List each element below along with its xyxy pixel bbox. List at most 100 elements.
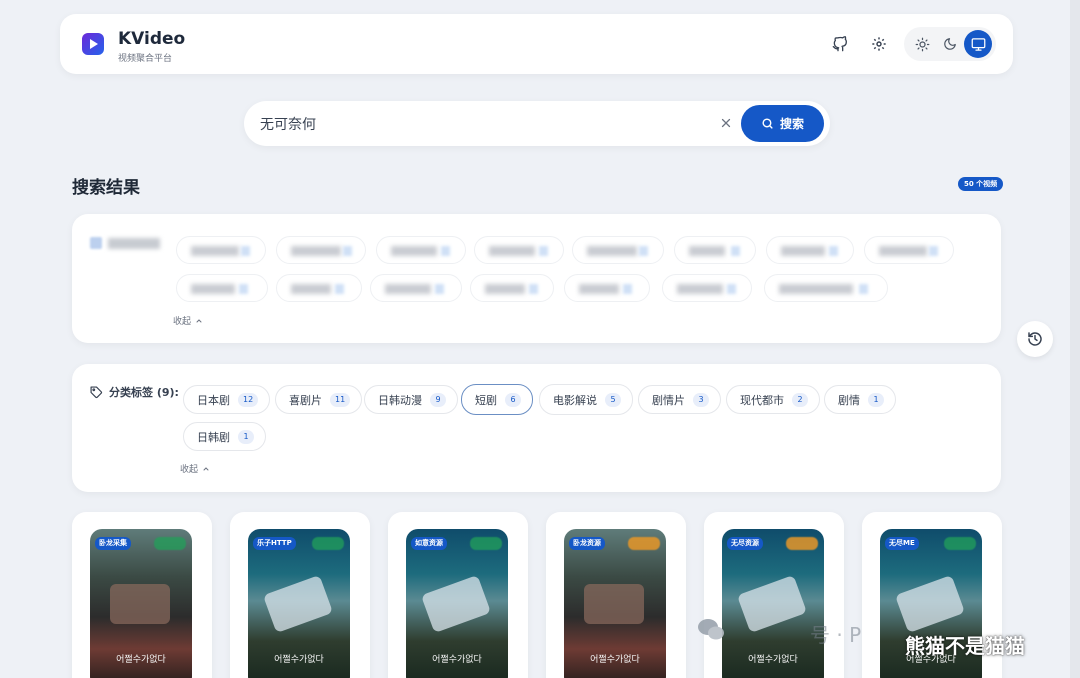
category-name: 剧情 <box>838 393 860 407</box>
category-pill-drama-film[interactable]: 剧情片 3 <box>638 385 721 414</box>
monitor-icon <box>971 37 985 51</box>
video-poster[interactable]: 卧龙采集 어쩔수가없다 <box>90 529 192 678</box>
category-name: 日本剧 <box>197 393 230 407</box>
category-label: 分类标签 (9): <box>90 384 179 400</box>
video-poster[interactable]: 无尽资源 어쩔수가없다 <box>722 529 824 678</box>
source-pill[interactable] <box>176 236 266 264</box>
category-count: 6 <box>505 392 521 407</box>
search-icon <box>762 118 773 129</box>
poster-title: 어쩔수가없다 <box>590 655 640 665</box>
source-pill[interactable] <box>470 274 554 302</box>
source-pill[interactable] <box>176 274 268 302</box>
source-pill[interactable] <box>276 274 362 302</box>
poster-title: 어쩔수가없다 <box>748 655 798 665</box>
video-source-tag: 乐子HTTP <box>253 537 296 550</box>
theme-switcher <box>904 27 996 61</box>
video-source-tag: 无尽资源 <box>727 537 763 550</box>
video-speed-tag <box>628 537 660 550</box>
video-poster[interactable]: 如意资源 어쩔수가없다 <box>406 529 508 678</box>
video-source-tag: 如意资源 <box>411 537 447 550</box>
video-card[interactable]: 卧龙采集 어쩔수가없다 <box>72 512 212 678</box>
video-speed-tag <box>154 537 186 550</box>
watermark-faded-text: 号 · P <box>810 623 862 647</box>
category-count: 11 <box>330 392 351 407</box>
category-label-text: 分类标签 (9): <box>109 386 179 399</box>
video-poster[interactable]: 卧龙资源 어쩔수가없다 <box>564 529 666 678</box>
category-name: 现代都市 <box>740 393 784 407</box>
poster-title: 어쩔수가없다 <box>274 655 324 665</box>
source-pill[interactable] <box>376 236 466 264</box>
source-pill[interactable] <box>764 274 888 302</box>
video-speed-tag <box>786 537 818 550</box>
search-input[interactable] <box>260 111 700 137</box>
category-pill-drama[interactable]: 剧情 1 <box>824 385 896 414</box>
theme-system-button[interactable] <box>964 30 992 58</box>
settings-button[interactable] <box>866 31 892 57</box>
video-speed-tag <box>470 537 502 550</box>
video-speed-tag <box>312 537 344 550</box>
category-name: 短剧 <box>475 393 497 407</box>
history-icon <box>1028 332 1042 346</box>
theme-dark-button[interactable] <box>936 30 964 58</box>
app-logo-icon[interactable] <box>82 33 104 55</box>
moon-icon <box>944 38 956 50</box>
category-count: 12 <box>238 392 259 407</box>
source-pill[interactable] <box>564 274 650 302</box>
page-scrollbar[interactable] <box>1070 0 1080 678</box>
video-poster[interactable]: 乐子HTTP 어쩔수가없다 <box>248 529 350 678</box>
category-filter-card: 分类标签 (9): 日本剧 12 喜剧片 11 日韩动漫 9 短剧 6 电影解说… <box>72 364 1001 492</box>
video-source-tag: 卧龙采集 <box>95 537 131 550</box>
source-pill[interactable] <box>766 236 854 264</box>
github-button[interactable] <box>827 31 853 57</box>
source-filter-label <box>90 236 166 250</box>
source-pill[interactable] <box>674 236 756 264</box>
search-bar: 搜索 <box>244 101 830 146</box>
category-count: 3 <box>693 392 709 407</box>
source-filter-card: 收起 <box>72 214 1001 343</box>
results-title: 搜索结果 <box>72 178 140 198</box>
video-card[interactable]: 无尽资源 어쩔수가없다 <box>704 512 844 678</box>
category-name: 剧情片 <box>652 393 685 407</box>
search-button[interactable]: 搜索 <box>741 105 824 142</box>
wechat-icon <box>698 619 724 640</box>
category-pill-short-drama[interactable]: 短剧 6 <box>461 384 533 415</box>
category-pill-comedy[interactable]: 喜剧片 11 <box>275 385 363 414</box>
video-source-tag: 无尽ME <box>885 537 919 550</box>
github-icon <box>832 36 847 52</box>
sources-collapse-button[interactable]: 收起 <box>173 314 203 327</box>
poster-title: 어쩔수가없다 <box>432 655 482 665</box>
theme-light-button[interactable] <box>908 30 936 58</box>
category-count: 1 <box>238 429 254 444</box>
category-pill-jk-drama[interactable]: 日韩剧 1 <box>183 422 266 451</box>
search-button-label: 搜索 <box>779 117 804 131</box>
source-pill[interactable] <box>572 236 664 264</box>
category-pill-japanese-drama[interactable]: 日本剧 12 <box>183 385 271 414</box>
source-pill[interactable] <box>370 274 462 302</box>
category-count: 9 <box>430 392 446 407</box>
category-pill-modern-urban[interactable]: 现代都市 2 <box>726 385 820 414</box>
app-subtitle: 视频聚合平台 <box>118 54 173 64</box>
app-title[interactable]: KVideo <box>118 29 185 49</box>
category-count: 2 <box>792 392 808 407</box>
chevron-up-icon <box>196 318 202 322</box>
top-header: KVideo 视频聚合平台 <box>60 14 1013 74</box>
history-button[interactable] <box>1017 321 1053 357</box>
category-pill-jk-anime[interactable]: 日韩动漫 9 <box>364 385 458 414</box>
category-pill-movie-commentary[interactable]: 电影解说 5 <box>539 384 633 415</box>
close-icon <box>721 118 731 128</box>
video-card[interactable]: 卧龙资源 어쩔수가없다 <box>546 512 686 678</box>
sources-collapse-label: 收起 <box>173 317 192 327</box>
category-name: 喜剧片 <box>289 393 322 407</box>
source-pill[interactable] <box>276 236 366 264</box>
sun-icon <box>915 37 929 51</box>
video-card[interactable]: 如意资源 어쩔수가없다 <box>388 512 528 678</box>
video-speed-tag <box>944 537 976 550</box>
source-pill[interactable] <box>864 236 954 264</box>
source-pill[interactable] <box>474 236 564 264</box>
source-pill[interactable] <box>662 274 752 302</box>
video-card[interactable]: 乐子HTTP 어쩔수가없다 <box>230 512 370 678</box>
category-count: 1 <box>868 392 884 407</box>
gear-icon <box>872 37 886 51</box>
categories-collapse-button[interactable]: 收起 <box>180 462 210 475</box>
clear-search-button[interactable] <box>717 114 735 132</box>
